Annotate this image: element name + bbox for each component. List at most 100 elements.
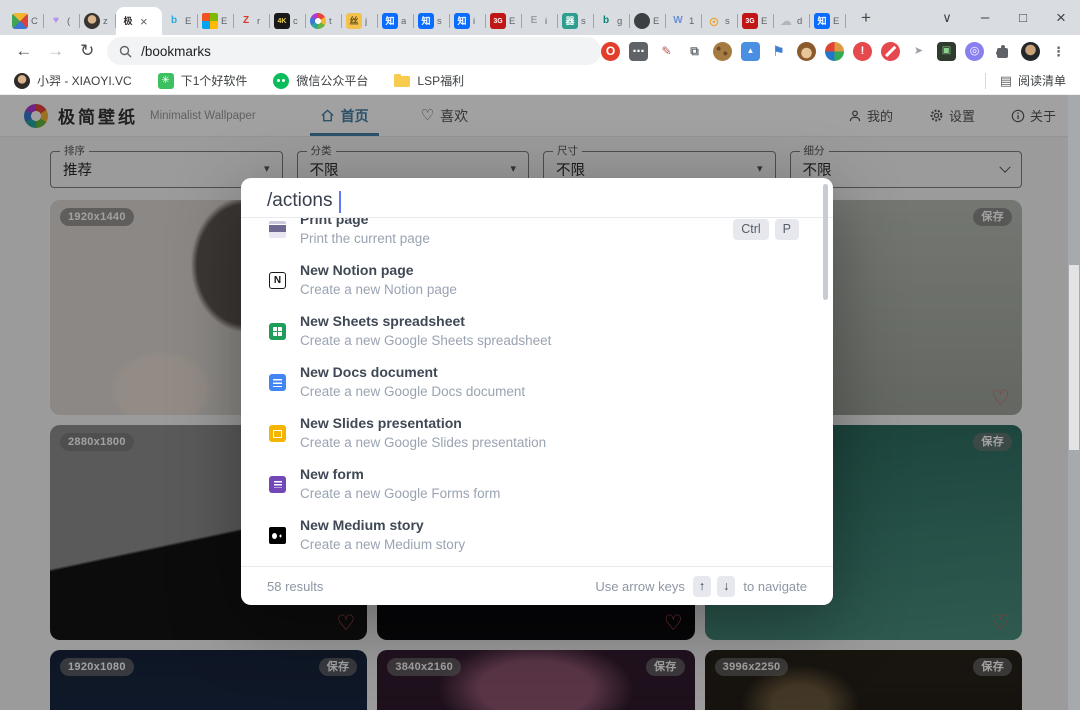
extension-icon[interactable]: ➤ [909, 42, 928, 61]
tab[interactable]: ⊙ s × [702, 7, 738, 35]
bookmark-label: 小羿 - XIAOYI.VC [37, 74, 132, 88]
result-item-icon [269, 323, 286, 340]
tab-favicon-icon: b [602, 15, 610, 26]
extension-icon[interactable]: ⧉ [685, 42, 704, 61]
hint-suffix: to navigate [743, 578, 807, 594]
text-cursor [339, 190, 342, 213]
page-scrollbar[interactable] [1068, 95, 1080, 710]
extension-icon[interactable]: ◎ [965, 41, 984, 61]
reading-list-button[interactable]: ▤ 阅读清单 [1000, 72, 1066, 89]
tab-favicon-icon: ☁ [780, 14, 792, 28]
extension-icon[interactable] [797, 41, 816, 61]
bookmark-item[interactable]: 小羿 - XIAOYI.VC [14, 72, 132, 89]
result-item-subtitle: Create a new Google Sheets spreadsheet [300, 332, 552, 348]
result-item[interactable]: New Docs document Create a new Google Do… [241, 357, 833, 408]
new-tab-button[interactable]: + [852, 4, 880, 32]
result-item-subtitle: Create a new Notion page [300, 281, 457, 297]
tab-close-icon[interactable]: × [140, 15, 148, 28]
tab-title: s [437, 15, 442, 27]
palette-input[interactable]: /actions [241, 178, 833, 218]
tab-title: g [617, 15, 623, 27]
tab-title: i [473, 15, 476, 27]
extension-icon[interactable]: ✎ [657, 42, 676, 61]
back-button[interactable]: ← [8, 37, 40, 65]
extension-icon[interactable]: ⚑ [769, 42, 788, 61]
bookmarks-bar-right: ▤ 阅读清单 [984, 72, 1066, 89]
extensions-row: O ⋯ ✎ ⧉ ▲ ⚑ ! ➤ ▣ ◎ ⋮ [601, 41, 1072, 61]
search-icon [119, 45, 132, 57]
tab[interactable]: 极 × [116, 7, 162, 35]
tab-title: t [329, 15, 332, 27]
maximize-button[interactable]: □ [1004, 0, 1042, 35]
extension-icon[interactable]: O [601, 41, 620, 61]
page-content: 极简壁纸 Minimalist Wallpaper 首页 ♡ 喜欢 我的 设置 [0, 95, 1080, 710]
forward-button[interactable]: → [40, 37, 72, 65]
bookmark-item[interactable]: ✳ 下1个好软件 [157, 72, 247, 89]
tab-favicon-icon [84, 13, 100, 29]
tab[interactable]: 知 i × [450, 7, 486, 35]
reload-button[interactable]: ↻ [71, 37, 103, 65]
result-item[interactable]: New Notion page Create a new Notion page [241, 255, 833, 306]
tab[interactable]: b E × [162, 7, 198, 35]
tab-title: C [31, 15, 38, 27]
result-item[interactable]: New Slides presentation Create a new Goo… [241, 408, 833, 459]
tab-favicon-icon: 知 [814, 13, 830, 29]
tab[interactable]: W 1 × [666, 7, 702, 35]
divider [984, 72, 986, 89]
tab[interactable]: ☁ d × [774, 7, 810, 35]
extension-icon[interactable] [881, 41, 900, 61]
tab-title: z [103, 15, 108, 27]
tab[interactable]: Z r × [234, 7, 270, 35]
tab[interactable]: 知 s × [414, 7, 450, 35]
result-item[interactable]: New Medium story Create a new Medium sto… [241, 510, 833, 561]
extension-icon[interactable] [713, 41, 732, 61]
bookmark-item[interactable]: LSP福利 [394, 72, 464, 89]
extension-icon[interactable]: ⋯ [629, 41, 648, 61]
tab[interactable]: 丝 j × [342, 7, 378, 35]
tab[interactable]: C × [8, 7, 44, 35]
tab[interactable]: E i × [522, 7, 558, 35]
close-window-button[interactable]: × [1042, 0, 1080, 35]
result-item[interactable]: Print page Print the current page Ctrl P [241, 218, 833, 255]
tab[interactable]: 3G E × [486, 7, 522, 35]
tab-title: E [185, 15, 192, 27]
result-item-title: Print page [300, 218, 369, 228]
navigation-hint: Use arrow keys ↑ ↓ to navigate [595, 575, 807, 597]
tab-title: i [545, 15, 548, 27]
tab-title: j [365, 15, 368, 27]
tab-title: ( [67, 15, 71, 27]
page-scrollbar-thumb[interactable] [1069, 265, 1079, 450]
palette-scrollbar[interactable] [823, 184, 828, 300]
extension-icon[interactable]: ! [853, 41, 872, 61]
tab[interactable]: E × [630, 7, 666, 35]
tab-favicon-icon: 知 [454, 13, 470, 29]
extension-icon[interactable] [1021, 41, 1040, 61]
extension-icon[interactable] [993, 42, 1012, 61]
tab[interactable]: 4K c × [270, 7, 306, 35]
tab-favicon-icon: 3G [490, 13, 506, 29]
url-text: /bookmarks [141, 43, 211, 59]
extension-icon[interactable]: ⋮ [1049, 42, 1068, 61]
tab-search-icon[interactable]: ∨ [928, 0, 966, 35]
result-item-text: New form Create a new Google Forms form [300, 466, 500, 502]
extension-icon[interactable] [825, 41, 844, 61]
tab-list: C × ♥ ( × z × 极 × b E [8, 0, 846, 35]
result-item[interactable]: New Sheets spreadsheet Create a new Goog… [241, 306, 833, 357]
tab[interactable]: 3G E × [738, 7, 774, 35]
tab[interactable]: E × [198, 7, 234, 35]
tab[interactable]: 知 E × [810, 7, 846, 35]
extension-icon[interactable]: ▲ [741, 41, 760, 61]
tab[interactable]: 知 a × [378, 7, 414, 35]
extension-icon[interactable]: ▣ [937, 41, 956, 61]
bookmark-item[interactable]: 微信公众平台 [273, 72, 368, 89]
tab-favicon-icon [310, 13, 326, 29]
minimize-button[interactable]: – [966, 0, 1004, 35]
tab[interactable]: t × [306, 7, 342, 35]
tab[interactable]: z × [80, 7, 116, 35]
tab[interactable]: ♥ ( × [44, 7, 80, 35]
address-bar[interactable]: /bookmarks [107, 37, 601, 65]
result-item[interactable]: New form Create a new Google Forms form [241, 459, 833, 510]
tab-favicon-icon [202, 13, 218, 29]
tab[interactable]: b g × [594, 7, 630, 35]
tab[interactable]: 器 s × [558, 7, 594, 35]
